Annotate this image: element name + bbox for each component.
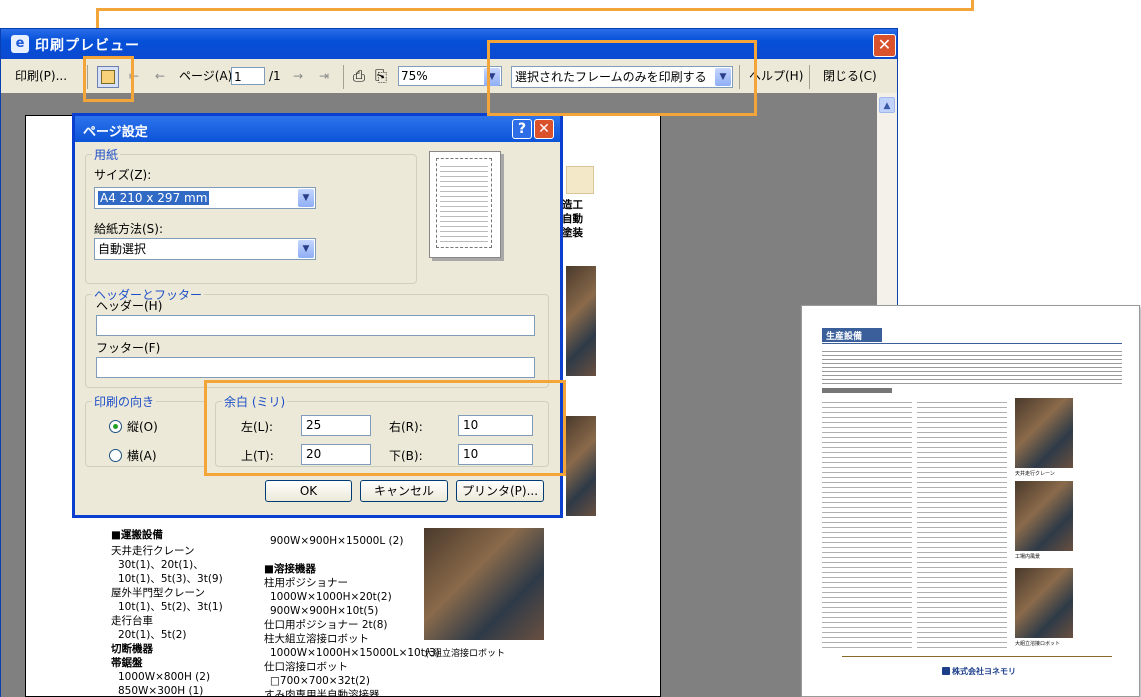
size-label: サイズ(Z): [94, 168, 152, 182]
table-grid-fragment [566, 166, 594, 194]
photo-fragment [566, 266, 596, 376]
toolbar-separator [343, 65, 344, 89]
col1-line: 10t(1)、5t(3)、3t(9) [118, 573, 223, 585]
col1-line: 1000W×800H (2) [118, 671, 211, 683]
help-button[interactable]: ヘルプ(H) [749, 65, 803, 87]
robot-photo-caption: 大組立溶接ロボット [1015, 641, 1061, 647]
col2-line: 1000W×1000H×15000L×10t(3) [270, 647, 440, 659]
crane-photo-caption: 天井走行クレーン [1015, 471, 1055, 477]
printer-button[interactable]: プリンタ(P)... [456, 480, 544, 502]
crane-photo [1015, 398, 1073, 468]
last-page-icon[interactable]: ⇥ [319, 65, 329, 87]
scroll-up-icon[interactable]: ▲ [879, 97, 895, 113]
col1-line: 10t(1)、5t(2)、3t(1) [118, 601, 223, 613]
welding-robot-photo [424, 528, 544, 640]
page-total: /1 [269, 69, 281, 83]
highlight-margins [204, 380, 566, 476]
table-header-bar [822, 388, 892, 393]
chevron-down-icon[interactable]: ▼ [298, 189, 314, 207]
col1-line: 帯鋸盤 [111, 657, 143, 669]
col2-line: □700×700×32t(2) [270, 675, 370, 687]
landscape-radio[interactable] [109, 449, 122, 462]
size-value: A4 210 x 297 mm [98, 191, 210, 205]
highlight-frame-option [487, 40, 757, 116]
source-label: 給紙方法(S): [94, 222, 164, 236]
chevron-down-icon[interactable]: ▼ [298, 240, 314, 258]
ie-icon: e [11, 35, 29, 53]
close-preview-button[interactable]: 閉じる(C) [823, 65, 877, 87]
footer-input[interactable] [96, 357, 535, 378]
right-snippet-3: 塗装 [562, 227, 583, 239]
col2-line: 柱用ポジショナー [264, 577, 348, 589]
col2-top: 900W×900H×15000L (2) [270, 535, 404, 547]
col1-line: 天井走行クレーン [111, 545, 195, 557]
factory-photo-caption: 工場内風景 [1015, 554, 1041, 560]
page-number-input[interactable]: 1 [231, 67, 265, 85]
close-icon[interactable]: ✕ [534, 119, 554, 139]
cancel-button[interactable]: キャンセル [360, 480, 448, 502]
dialog-title: ページ設定 [83, 125, 148, 140]
toolbar: 印刷(P)... ⇤ ← ページ(A) 1 /1 → ⇥ ⎙ ⎘ 75% ▼ 選… [1, 59, 897, 94]
page-thumbnail [429, 151, 501, 258]
thumbnail-lines [440, 162, 488, 244]
footer-label: フッター(F) [96, 341, 161, 355]
title-bar: e 印刷プレビュー ✕ [1, 29, 897, 59]
two-page-icon[interactable]: ⎘ [375, 65, 387, 87]
photo-caption: 大組立溶接ロボット [424, 649, 506, 659]
print-button[interactable]: 印刷(P)... [15, 65, 67, 87]
highlight-page-setup [83, 56, 134, 102]
heading-rule [822, 343, 1122, 344]
header-input[interactable] [96, 315, 535, 336]
portrait-label: 縦(O) [127, 420, 158, 434]
intro-text [822, 348, 1122, 384]
window-close-button[interactable]: ✕ [873, 34, 896, 57]
landscape-label: 横(A) [127, 449, 157, 463]
source-value: 自動選択 [98, 242, 147, 256]
col1-line: 850W×300H (1) [118, 685, 204, 697]
col1-heading: ■運搬設備 [111, 529, 163, 541]
factory-photo [1015, 481, 1073, 551]
page-label: ページ(A) [179, 69, 233, 83]
col1-line: 20t(1)、5t(2) [118, 629, 187, 641]
ok-button[interactable]: OK [265, 480, 352, 502]
col1-line: 走行台車 [111, 615, 153, 627]
footer-rule [842, 656, 1112, 657]
window-title: 印刷プレビュー [35, 38, 140, 54]
col2-line: すみ肉専用半自動溶接器 [264, 689, 380, 697]
col1-line: 30t(1)、20t(1)、 [118, 559, 204, 571]
callout-line-top [96, 8, 973, 11]
dialog-title-bar: ページ設定 ? ✕ [75, 116, 560, 142]
col1-line: 屋外半門型クレーン [111, 587, 205, 599]
equipment-list-2 [917, 398, 1007, 648]
col2-line: 1000W×1000H×20t(2) [270, 591, 392, 603]
help-icon[interactable]: ? [512, 119, 532, 139]
header-label: ヘッダー(H) [96, 299, 163, 313]
right-snippet-1: 造工 [562, 199, 583, 211]
col2-heading: ■溶接機器 [264, 563, 316, 575]
col2-line: 仕口溶接ロボット [264, 661, 348, 673]
size-select[interactable]: A4 210 x 297 mm ▼ [94, 187, 316, 209]
callout-line-right [971, 0, 974, 11]
col2-line: 仕口用ポジショナー 2t(8) [264, 619, 388, 631]
col2-line: 柱大組立溶接ロボット [264, 633, 369, 645]
paper-group-label: 用紙 [94, 148, 119, 162]
company-name: 株式会社ヨネモリ [952, 667, 1016, 676]
one-page-icon[interactable]: ⎙ [353, 65, 365, 87]
toolbar-separator [809, 65, 810, 89]
orientation-group-label: 印刷の向き [94, 395, 155, 409]
prev-page-icon[interactable]: ← [155, 65, 165, 87]
equipment-list-1 [822, 398, 912, 648]
company-logo-icon [942, 667, 950, 675]
col2-line: 900W×900H×10t(5) [270, 605, 379, 617]
zoom-value: 75% [401, 69, 428, 83]
right-snippet-2: 自動 [562, 213, 583, 225]
page-heading: 生産設備 [826, 332, 863, 342]
next-page-icon[interactable]: → [293, 65, 303, 87]
col1-line: 切断機器 [111, 643, 153, 655]
portrait-radio[interactable] [109, 420, 122, 433]
printed-page-image: 生産設備 天井走行クレーン 工場内風景 大組立溶接ロボット 株式会社ヨネモリ [801, 305, 1140, 697]
robot-photo [1015, 568, 1073, 638]
source-select[interactable]: 自動選択 ▼ [94, 238, 316, 260]
photo-fragment [566, 416, 596, 516]
